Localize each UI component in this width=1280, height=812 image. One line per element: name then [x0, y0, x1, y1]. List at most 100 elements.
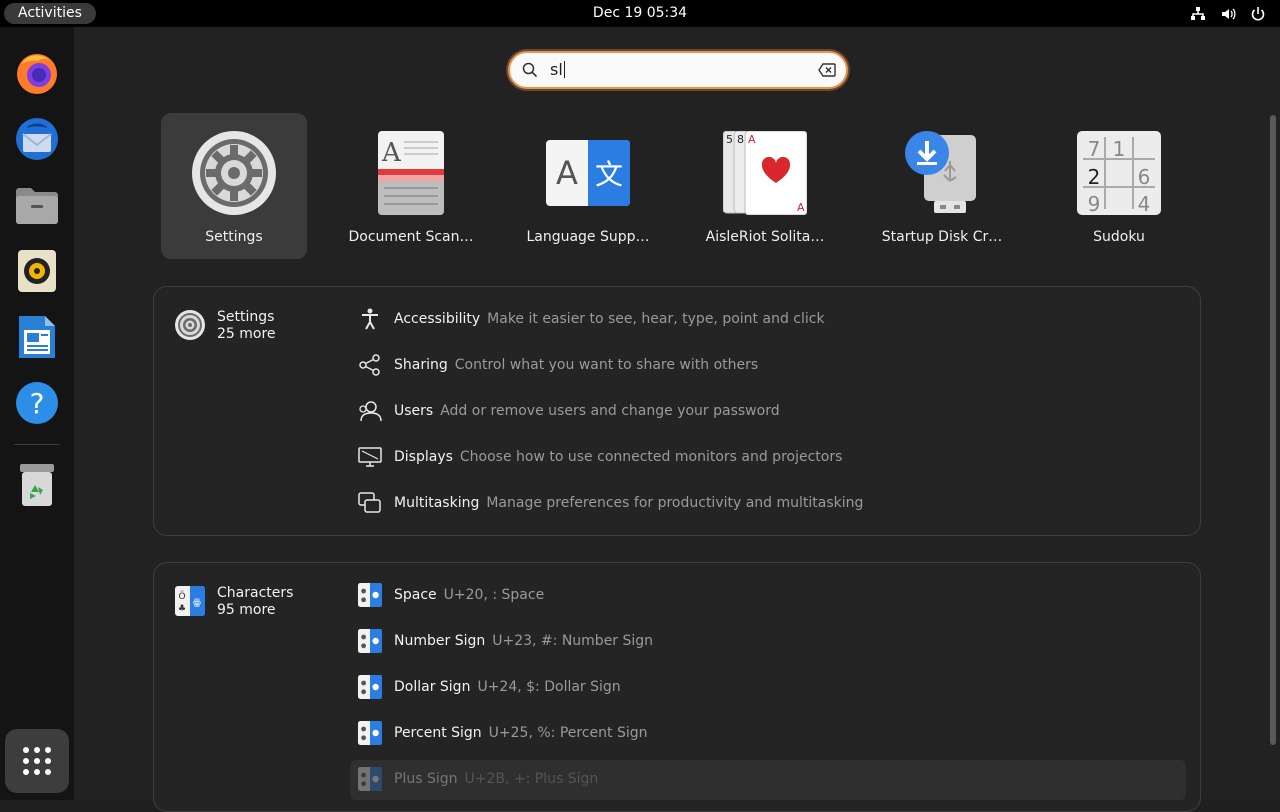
- display-icon: [358, 445, 382, 469]
- show-apps-button[interactable]: [5, 729, 69, 793]
- volume-icon[interactable]: [1220, 6, 1236, 22]
- clear-search-icon[interactable]: [818, 63, 836, 77]
- svg-text:5: 5: [726, 133, 733, 146]
- app-result-sudoku[interactable]: 716 9 4 2 Sudoku: [1046, 113, 1192, 259]
- aisleriot-icon: 58A A: [723, 131, 807, 215]
- app-label: Sudoku: [1093, 229, 1145, 245]
- characters-icon: [358, 583, 382, 607]
- document-scanner-icon: A: [369, 131, 453, 215]
- result-title: Multitasking: [394, 495, 480, 511]
- provider-name: Settings: [217, 309, 275, 325]
- result-character-plus-sign[interactable]: Plus Sign U+2B, +: Plus Sign: [358, 764, 598, 794]
- result-title: Sharing: [394, 357, 448, 373]
- language-support-icon: A 文: [546, 131, 630, 215]
- result-description: U+24, $: Dollar Sign: [477, 679, 621, 695]
- svg-text:?: ?: [30, 387, 45, 420]
- svg-text:7: 7: [1088, 137, 1101, 161]
- search-input[interactable]: sl: [550, 60, 565, 80]
- characters-results-section: Ö ♣ ꙮ Characters 95 more Space U+20, : Spa…: [153, 562, 1201, 812]
- result-description: U+20, : Space: [443, 587, 545, 603]
- top-bar: Activities Dec 19 05:34: [0, 0, 1280, 27]
- files-icon[interactable]: [13, 181, 61, 229]
- result-character-percent-sign[interactable]: Percent Sign U+25, %: Percent Sign: [358, 718, 648, 748]
- clock[interactable]: Dec 19 05:34: [0, 0, 1280, 27]
- result-character-dollar-sign[interactable]: Dollar Sign U+24, $: Dollar Sign: [358, 672, 621, 702]
- result-title: Space: [394, 587, 437, 603]
- svg-text:2: 2: [1088, 165, 1101, 189]
- result-description: Add or remove users and change your pass…: [440, 403, 780, 419]
- result-title: Displays: [394, 449, 453, 465]
- app-result-settings[interactable]: Settings: [161, 113, 307, 259]
- provider-more-count: 95 more: [217, 602, 276, 618]
- result-users[interactable]: Users Add or remove users and change you…: [358, 396, 780, 426]
- settings-provider-icon: [174, 309, 206, 341]
- characters-icon: [358, 629, 382, 653]
- result-title: Plus Sign: [394, 771, 458, 787]
- accessibility-icon: [358, 307, 382, 331]
- app-result-language-support[interactable]: A 文 Language Supp…: [515, 113, 661, 259]
- network-icon[interactable]: [1190, 6, 1206, 22]
- system-tray[interactable]: [1190, 0, 1266, 27]
- firefox-icon[interactable]: [13, 49, 61, 97]
- svg-text:A: A: [748, 133, 756, 146]
- settings-provider[interactable]: Settings 25 more: [174, 309, 276, 343]
- svg-text:A: A: [381, 138, 402, 168]
- libreoffice-writer-icon[interactable]: [13, 313, 61, 361]
- characters-icon: [358, 767, 382, 791]
- dock-separator: [14, 444, 60, 445]
- result-character-space[interactable]: Space U+20, : Space: [358, 580, 544, 610]
- result-title: Accessibility: [394, 311, 481, 327]
- result-accessibility[interactable]: Accessibility Make it easier to see, hea…: [358, 304, 825, 334]
- svg-text:Ö: Ö: [178, 591, 185, 602]
- svg-text:1: 1: [1113, 137, 1126, 161]
- svg-text:A: A: [556, 154, 578, 192]
- dock: ?: [0, 27, 74, 800]
- grid-icon: [23, 747, 51, 775]
- app-label: AisleRiot Solita…: [705, 229, 825, 245]
- app-label: Language Supp…: [526, 229, 650, 245]
- app-label: Startup Disk Cr…: [881, 229, 1003, 245]
- result-title: Number Sign: [394, 633, 486, 649]
- search-entry[interactable]: sl: [508, 51, 848, 89]
- result-description: U+23, #: Number Sign: [492, 633, 654, 649]
- trash-icon[interactable]: [13, 461, 61, 509]
- settings-results-section: Settings 25 more Accessibility Make it e…: [153, 286, 1201, 536]
- svg-text:9: 9: [1088, 192, 1101, 215]
- sudoku-icon: 716 9 4 2: [1077, 131, 1161, 215]
- app-result-aisleriot[interactable]: 58A A AisleRiot Solita…: [692, 113, 838, 259]
- result-description: Manage preferences for productivity and …: [486, 495, 864, 511]
- svg-text:A: A: [797, 201, 805, 214]
- results-scrollbar[interactable]: [1270, 115, 1276, 745]
- search-icon: [522, 62, 538, 78]
- result-description: U+25, %: Percent Sign: [488, 725, 648, 741]
- result-displays[interactable]: Displays Choose how to use connected mon…: [358, 442, 842, 472]
- svg-text:6: 6: [1138, 165, 1151, 189]
- result-title: Users: [394, 403, 434, 419]
- result-sharing[interactable]: Sharing Control what you want to share w…: [358, 350, 758, 380]
- characters-provider-icon: Ö ♣ ꙮ: [174, 585, 206, 617]
- app-label: Settings: [205, 229, 263, 245]
- startup-disk-creator-icon: [900, 131, 984, 215]
- result-description: U+2B, +: Plus Sign: [464, 771, 599, 787]
- characters-icon: [358, 675, 382, 699]
- thunderbird-icon[interactable]: [13, 115, 61, 163]
- svg-text:4: 4: [1138, 192, 1151, 215]
- result-description: Control what you want to share with othe…: [454, 357, 759, 373]
- svg-text:♣: ♣: [178, 604, 186, 614]
- app-result-startup-disk-creator[interactable]: Startup Disk Cr…: [869, 113, 1015, 259]
- rhythmbox-icon[interactable]: [13, 247, 61, 295]
- help-icon[interactable]: ?: [13, 379, 61, 427]
- app-result-document-scanner[interactable]: A Document Scan…: [338, 113, 484, 259]
- power-icon[interactable]: [1250, 6, 1266, 22]
- characters-provider[interactable]: Ö ♣ ꙮ Characters 95 more: [174, 585, 293, 619]
- result-character-number-sign[interactable]: Number Sign U+23, #: Number Sign: [358, 626, 653, 656]
- users-icon: [358, 399, 382, 423]
- multitasking-icon: [358, 491, 382, 515]
- provider-name: Characters: [217, 585, 294, 601]
- result-description: Make it easier to see, hear, type, point…: [487, 311, 825, 327]
- result-multitasking[interactable]: Multitasking Manage preferences for prod…: [358, 488, 863, 518]
- characters-icon: [358, 721, 382, 745]
- svg-text:文: 文: [595, 158, 623, 191]
- svg-text:ꙮ: ꙮ: [193, 598, 201, 608]
- result-title: Dollar Sign: [394, 679, 471, 695]
